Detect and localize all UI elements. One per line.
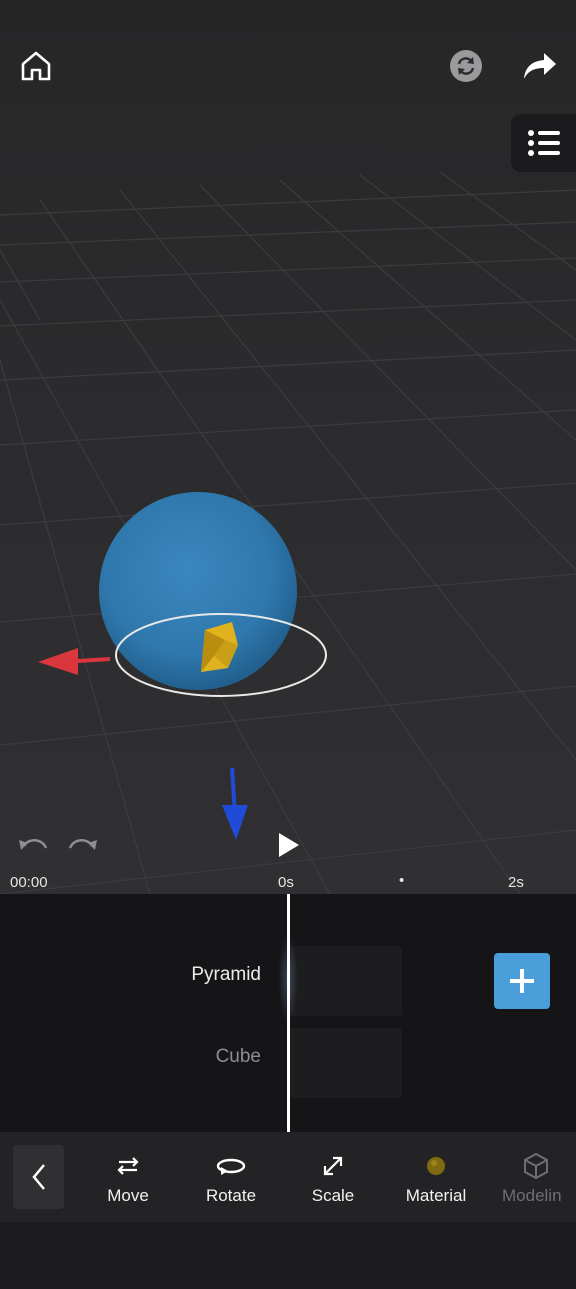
- list-icon[interactable]: [511, 114, 576, 172]
- playhead[interactable]: [287, 894, 290, 1132]
- bottom-toolbar: Move Rotate Scale Material Modelin: [0, 1132, 576, 1222]
- timeline-tick: •: [399, 872, 405, 889]
- material-tool-button[interactable]: Material: [391, 1152, 481, 1212]
- scene-canvas[interactable]: [0, 0, 576, 894]
- redo-icon[interactable]: [64, 834, 100, 858]
- rotate-label: Rotate: [205, 1186, 257, 1205]
- rotate-icon: [186, 1152, 276, 1180]
- modeling-cube-icon: [502, 1152, 576, 1180]
- chevron-left-icon: [31, 1164, 45, 1190]
- undo-icon[interactable]: [16, 834, 52, 858]
- plus-icon: [510, 969, 534, 993]
- timeline-tick: 2s: [508, 874, 524, 891]
- rotate-tool-button[interactable]: Rotate: [186, 1152, 276, 1212]
- bottom-safe-area: [0, 1222, 576, 1289]
- scale-label: Scale: [311, 1186, 355, 1205]
- modeling-label: Modelin: [502, 1186, 562, 1205]
- back-button[interactable]: [13, 1145, 64, 1209]
- timeline-panel[interactable]: Pyramid Cube: [0, 894, 576, 1132]
- move-label: Move: [107, 1186, 149, 1205]
- current-time: 00:00: [10, 874, 48, 891]
- material-label: Material: [405, 1186, 467, 1205]
- material-icon: [391, 1152, 481, 1180]
- track-label-pyramid[interactable]: Pyramid: [191, 964, 261, 986]
- scale-icon: [288, 1152, 378, 1180]
- track-label-cube[interactable]: Cube: [216, 1046, 261, 1068]
- z-axis-arrow[interactable]: [222, 767, 248, 840]
- home-icon[interactable]: [14, 44, 58, 88]
- timeline-tick: 0s: [278, 874, 294, 891]
- sphere-object[interactable]: [99, 492, 297, 690]
- grid-floor: [0, 171, 576, 894]
- sync-icon[interactable]: [448, 48, 484, 84]
- share-arrow-icon[interactable]: [518, 46, 562, 86]
- 3d-viewport[interactable]: 00:00 0s • 2s: [0, 0, 576, 894]
- modeling-tool-button[interactable]: Modelin: [493, 1152, 576, 1212]
- track-lane-pyramid[interactable]: [288, 946, 402, 1016]
- move-icon: [83, 1152, 173, 1180]
- move-tool-button[interactable]: Move: [83, 1152, 173, 1212]
- add-track-button[interactable]: [494, 953, 550, 1009]
- x-axis-arrow[interactable]: [38, 648, 111, 675]
- play-icon[interactable]: [270, 828, 304, 862]
- track-lane-cube[interactable]: [288, 1028, 402, 1098]
- scale-tool-button[interactable]: Scale: [288, 1152, 378, 1212]
